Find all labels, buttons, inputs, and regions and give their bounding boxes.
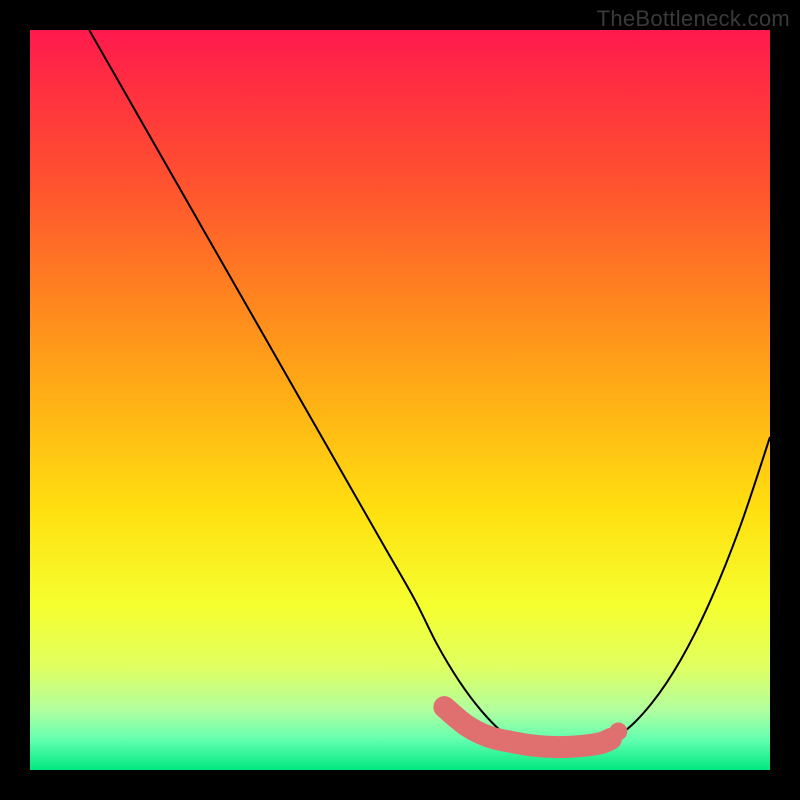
optimal-dot [609,723,627,741]
chart-frame: TheBottleneck.com [0,0,800,800]
chart-overlay [30,30,770,770]
plot-area [30,30,770,770]
watermark-label: TheBottleneck.com [597,6,790,32]
optimal-band [444,707,611,747]
bottleneck-curve [89,30,770,748]
